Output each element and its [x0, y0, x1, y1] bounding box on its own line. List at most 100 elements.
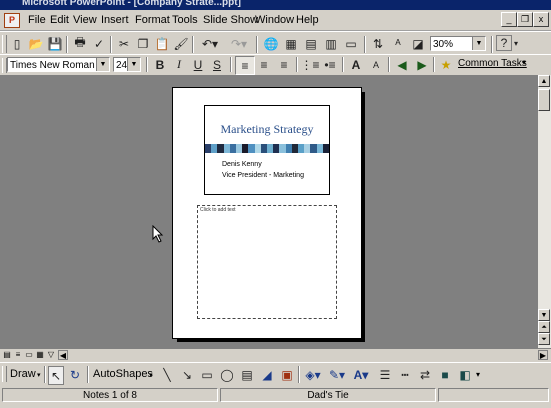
insert-table-icon[interactable]: ▤ — [302, 35, 320, 52]
open-icon[interactable]: 📂 — [27, 35, 45, 52]
chevron-down-icon[interactable]: ▾ — [476, 370, 480, 379]
next-slide-icon[interactable]: ⏷ — [538, 333, 550, 345]
italic-button[interactable]: I — [170, 56, 188, 73]
slide-view-icon[interactable]: ▭ — [24, 350, 34, 360]
toolbar-grip[interactable] — [2, 35, 7, 53]
toolbar-grip[interactable] — [2, 366, 7, 382]
align-right-icon[interactable]: ≡ — [275, 56, 293, 73]
arrow-style-icon[interactable]: ⇄ — [416, 366, 434, 383]
spelling-icon[interactable]: ✓ — [90, 35, 108, 52]
hyperlink-icon[interactable]: 🌐 — [262, 35, 280, 52]
zoom-combo[interactable]: 30% ▼ — [430, 36, 486, 51]
line-style-icon[interactable]: ☰ — [376, 366, 394, 383]
scroll-up-icon[interactable]: ▲ — [538, 75, 550, 87]
slide-thumbnail[interactable]: Marketing Strategy Denis Kenny Vice Pres… — [204, 105, 330, 195]
promote-icon[interactable]: ◀ — [393, 56, 411, 73]
menu-window[interactable]: Window — [255, 14, 294, 26]
line-icon[interactable]: ╲ — [158, 366, 176, 383]
vertical-scrollbar[interactable]: ▲ ▼ ⏶ ⏷ — [538, 75, 551, 348]
align-center-icon[interactable]: ≡ — [255, 56, 273, 73]
select-objects-icon[interactable]: ↖ — [48, 366, 64, 385]
slide-sorter-icon[interactable]: ▦ — [35, 350, 45, 360]
text-box-icon[interactable]: ▤ — [238, 366, 256, 383]
minimize-button[interactable]: _ — [501, 12, 517, 27]
menu-insert[interactable]: Insert — [101, 14, 129, 26]
autoshapes-menu-button[interactable]: AutoShapes — [93, 368, 153, 380]
menu-tools[interactable]: Tools — [172, 14, 198, 26]
help-icon[interactable]: ? — [496, 35, 512, 51]
expand-all-icon[interactable]: ⇅ — [369, 35, 387, 52]
grayscale-preview-icon[interactable]: ◪ — [409, 35, 427, 52]
chevron-down-icon[interactable]: ▼ — [127, 58, 140, 71]
scroll-down-icon[interactable]: ▼ — [538, 309, 550, 321]
free-rotate-icon[interactable]: ↻ — [66, 366, 84, 383]
menu-view[interactable]: View — [73, 14, 97, 26]
insert-chart-icon[interactable]: ▥ — [322, 35, 340, 52]
underline-button[interactable]: U — [189, 56, 207, 73]
toolbar-options-icon[interactable]: ▾ — [512, 35, 520, 52]
bullets-icon[interactable]: •≡ — [321, 56, 339, 73]
3d-icon[interactable]: ◧ — [456, 366, 474, 383]
app-icon[interactable]: P — [4, 13, 20, 28]
menu-file[interactable]: File — [28, 14, 46, 26]
demote-icon[interactable]: ▶ — [413, 56, 431, 73]
bold-button[interactable]: B — [151, 56, 169, 73]
format-painter-icon[interactable]: 🖌 — [172, 35, 190, 52]
cut-icon[interactable]: ✂ — [115, 35, 133, 52]
clip-art-icon[interactable]: ▣ — [278, 366, 296, 383]
save-icon[interactable]: 💾 — [46, 35, 64, 52]
draw-menu-button[interactable]: Draw — [10, 368, 36, 380]
close-button[interactable]: x — [533, 12, 549, 27]
fill-color-icon[interactable]: ◈▾ — [302, 366, 324, 383]
chevron-down-icon[interactable]: ▾ — [37, 371, 41, 379]
slide-show-icon[interactable]: ▽ — [46, 350, 56, 360]
new-slide-icon[interactable]: ▭ — [342, 35, 360, 52]
print-icon[interactable]: 🖶 — [71, 35, 89, 52]
outline-view-icon[interactable]: ≡ — [13, 350, 23, 360]
new-icon[interactable]: ▯ — [8, 35, 26, 52]
scroll-thumb[interactable] — [538, 89, 550, 111]
normal-view-icon[interactable]: ▤ — [2, 350, 12, 360]
rectangle-icon[interactable]: ▭ — [198, 366, 216, 383]
menu-help[interactable]: Help — [296, 14, 319, 26]
common-tasks-button[interactable]: Common Tasks — [458, 58, 527, 69]
separator — [192, 36, 194, 53]
redo-icon[interactable]: ↷▾ — [226, 35, 252, 52]
arrow-icon[interactable]: ↘ — [178, 366, 196, 383]
line-color-icon[interactable]: ✎▾ — [326, 366, 348, 383]
font-name-combo[interactable]: Times New Roman ▼ — [7, 57, 110, 72]
numbering-icon[interactable]: ⋮≡ — [301, 56, 320, 73]
undo-icon[interactable]: ↶▾ — [197, 35, 223, 52]
show-formatting-icon[interactable]: ᴬ — [389, 35, 407, 52]
restore-button[interactable]: ❐ — [517, 12, 533, 27]
menu-slide-show[interactable]: Slide Show — [203, 14, 258, 26]
chevron-down-icon[interactable]: ▾ — [522, 58, 526, 67]
menu-bar: P File Edit View Insert Format Tools Sli… — [0, 10, 551, 31]
separator — [433, 57, 435, 72]
scroll-right-icon[interactable]: ▶ — [538, 350, 548, 360]
scroll-left-icon[interactable]: ◀ — [58, 350, 68, 360]
common-tasks-icon[interactable]: ★ — [437, 56, 455, 73]
font-size-combo[interactable]: 24 ▼ — [113, 57, 141, 72]
tables-borders-icon[interactable]: ▦ — [282, 35, 300, 52]
dash-style-icon[interactable]: ┅ — [396, 366, 414, 383]
paste-icon[interactable]: 📋 — [153, 35, 171, 52]
chevron-down-icon[interactable]: ▼ — [472, 37, 485, 50]
shadow-icon[interactable]: ■ — [436, 366, 454, 383]
menu-format[interactable]: Format — [135, 14, 170, 26]
formatting-toolbar: Times New Roman ▼ 24 ▼ B I U S ≡ ≡ ≡ ⋮≡ … — [0, 54, 551, 76]
previous-slide-icon[interactable]: ⏶ — [538, 321, 550, 333]
align-left-icon[interactable]: ≡ — [235, 56, 255, 75]
increase-font-icon[interactable]: A — [347, 56, 365, 73]
oval-icon[interactable]: ◯ — [218, 366, 236, 383]
wordart-icon[interactable]: ◢ — [258, 366, 276, 383]
font-color-icon[interactable]: A▾ — [350, 366, 372, 383]
menu-edit[interactable]: Edit — [50, 14, 69, 26]
separator — [87, 366, 89, 383]
shadow-button[interactable]: S — [208, 56, 226, 73]
notes-placeholder[interactable]: Click to add text — [197, 205, 337, 319]
decrease-font-icon[interactable]: A — [367, 56, 385, 73]
copy-icon[interactable]: ❐ — [134, 35, 152, 52]
chevron-down-icon[interactable]: ▾ — [149, 371, 153, 379]
chevron-down-icon[interactable]: ▼ — [96, 58, 109, 71]
